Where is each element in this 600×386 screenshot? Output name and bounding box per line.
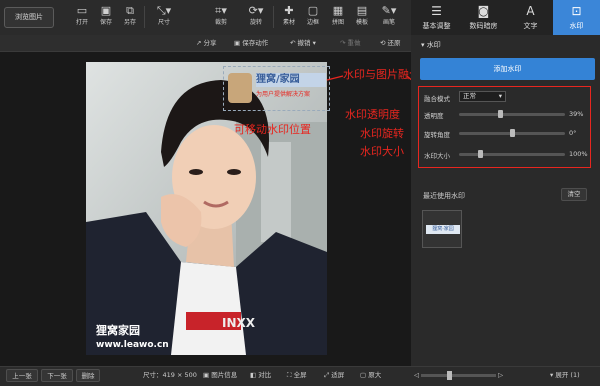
border-icon: ▢ xyxy=(307,4,319,17)
watermark-bottom-title: 狸窝家园 xyxy=(96,324,140,337)
browse-images-button[interactable]: 浏览图片 xyxy=(4,7,54,28)
angle-label: 旋转角度 xyxy=(424,131,450,139)
resize-icon: ⤡▾ xyxy=(156,4,172,17)
annotation-movable: 可移动水印位置 xyxy=(234,123,311,136)
crop-icon: ⌗▾ xyxy=(215,4,227,17)
toolbar-divider xyxy=(144,6,145,28)
collage-icon: ▦ xyxy=(332,4,344,17)
watermark-logo-sub: 为用户提供解决方案 xyxy=(256,91,311,98)
zoom-slider[interactable]: ◁ ▷ xyxy=(414,369,503,382)
annotation-rotate: 水印旋转 xyxy=(360,127,404,140)
watermark-icon: ⊡ xyxy=(571,4,582,18)
save-action-icon: ▣ xyxy=(234,39,243,47)
watermark-logo-title: 狸窝/家园 xyxy=(256,73,326,87)
tab-watermark[interactable]: ⊡ 水印 xyxy=(553,0,600,35)
opacity-knob[interactable] xyxy=(498,110,504,118)
panel-section-title: ▾ 水印 xyxy=(421,41,441,49)
restore-button[interactable]: ⟲ 还原 xyxy=(380,35,401,52)
redo-icon: ↷ xyxy=(340,39,348,47)
folder-icon: ▭ xyxy=(76,4,88,17)
size-knob[interactable] xyxy=(478,150,484,158)
watermark-selection[interactable]: 狸窝/家园 为用户提供解决方案 xyxy=(223,66,330,111)
border-button[interactable]: ▢ 边框 xyxy=(301,4,325,32)
annotation-opacity: 水印透明度 xyxy=(345,108,400,121)
recent-watermarks-title: 最近使用水印 xyxy=(423,192,465,200)
blend-label: 融合模式 xyxy=(424,95,450,103)
chevron-down-icon: ▾ xyxy=(310,39,316,47)
brush-button[interactable]: ✎▾ 画笔 xyxy=(375,4,403,32)
save-icon: ▣ xyxy=(100,4,112,17)
save-as-icon: ⧉ xyxy=(126,4,134,17)
recent-watermark-thumb[interactable]: 狸窝·家园 xyxy=(422,210,462,248)
next-image-button[interactable]: 下一张 xyxy=(41,369,73,382)
open-button[interactable]: ▭ 打开 xyxy=(70,4,94,32)
annotation-arrow xyxy=(326,75,422,89)
zoom-out-icon: ◁ xyxy=(414,371,422,379)
material-button[interactable]: ✚ 素材 xyxy=(277,4,301,32)
compare-icon: ◧ xyxy=(250,371,259,379)
angle-slider[interactable] xyxy=(459,129,565,137)
photo-shirt-text: INXX xyxy=(222,316,256,330)
undo-button[interactable]: ↶ 撤销 ▾ xyxy=(290,35,316,52)
image-size-readout: 尺寸：419 × 500 xyxy=(143,371,197,379)
collage-button[interactable]: ▦ 拼图 xyxy=(326,4,350,32)
sliders-icon: ☰ xyxy=(431,4,442,18)
delete-button[interactable]: 删除 xyxy=(76,369,100,382)
tab-darkroom[interactable]: ◙ 数码暗房 xyxy=(460,0,507,35)
clear-recent-button[interactable]: 清空 xyxy=(561,188,587,201)
chevron-down-icon: ▾ xyxy=(498,92,502,100)
zoom-in-icon: ▷ xyxy=(496,371,504,379)
fullscreen-icon: ⛶ xyxy=(287,371,294,379)
add-watermark-button[interactable]: 添加水印 xyxy=(420,58,595,80)
zoom-knob[interactable] xyxy=(447,370,453,380)
size-slider[interactable] xyxy=(459,150,565,158)
size-label: 水印大小 xyxy=(424,152,450,160)
brush-icon: ✎▾ xyxy=(381,4,397,17)
text-icon: A xyxy=(526,4,535,18)
fit-screen-button[interactable]: ⤢ 适屏 xyxy=(324,369,344,382)
blend-select[interactable]: 正常 ▾ xyxy=(459,91,506,102)
template-icon: ▤ xyxy=(356,4,368,17)
material-icon: ✚ xyxy=(284,4,294,17)
watermark-bottom-url: www.leawo.cn xyxy=(96,340,169,350)
share-icon: ↗ xyxy=(196,39,204,47)
original-size-icon: ▢ xyxy=(360,371,369,379)
opacity-value: 39% xyxy=(569,110,584,118)
compare-button[interactable]: ◧ 对比 xyxy=(250,369,271,382)
prev-image-button[interactable]: 上一张 xyxy=(6,369,38,382)
redo-button[interactable]: ↷ 重做 xyxy=(340,35,361,52)
resize-button[interactable]: ⤡▾ 尺寸 xyxy=(150,4,178,32)
info-icon: ▣ xyxy=(203,371,212,379)
opacity-label: 透明度 xyxy=(424,112,444,120)
size-value: 100% xyxy=(569,150,588,158)
save-action-button[interactable]: ▣ 保存动作 xyxy=(234,35,268,52)
image-info-button[interactable]: ▣ 图片信息 xyxy=(203,369,237,382)
original-size-button[interactable]: ▢ 原大 xyxy=(360,369,381,382)
save-button[interactable]: ▣ 保存 xyxy=(94,4,118,32)
angle-knob[interactable] xyxy=(510,129,515,137)
opacity-slider[interactable] xyxy=(459,110,565,118)
rotate-button[interactable]: ⟳▾ 旋转 xyxy=(242,4,270,32)
camera-icon: ◙ xyxy=(477,4,490,18)
angle-value: 0° xyxy=(569,129,577,137)
fullscreen-button[interactable]: ⛶ 全屏 xyxy=(287,369,307,382)
watermark-logo-icon xyxy=(228,73,252,103)
tab-text[interactable]: A 文字 xyxy=(507,0,554,35)
annotation-size: 水印大小 xyxy=(360,145,404,158)
thumb-label: 狸窝·家园 xyxy=(426,225,460,234)
toolbar-divider xyxy=(273,6,274,28)
expand-button[interactable]: ▾ 展开 (1) xyxy=(550,369,580,382)
restore-icon: ⟲ xyxy=(380,39,388,47)
template-button[interactable]: ▤ 模板 xyxy=(350,4,374,32)
share-button[interactable]: ↗ 分享 xyxy=(196,35,217,52)
tab-basic-adjust[interactable]: ☰ 基本调整 xyxy=(413,0,460,35)
undo-icon: ↶ xyxy=(290,39,298,47)
crop-button[interactable]: ⌗▾ 裁剪 xyxy=(207,4,235,32)
rotate-icon: ⟳▾ xyxy=(248,4,264,17)
save-as-button[interactable]: ⧉ 另存 xyxy=(118,4,142,32)
